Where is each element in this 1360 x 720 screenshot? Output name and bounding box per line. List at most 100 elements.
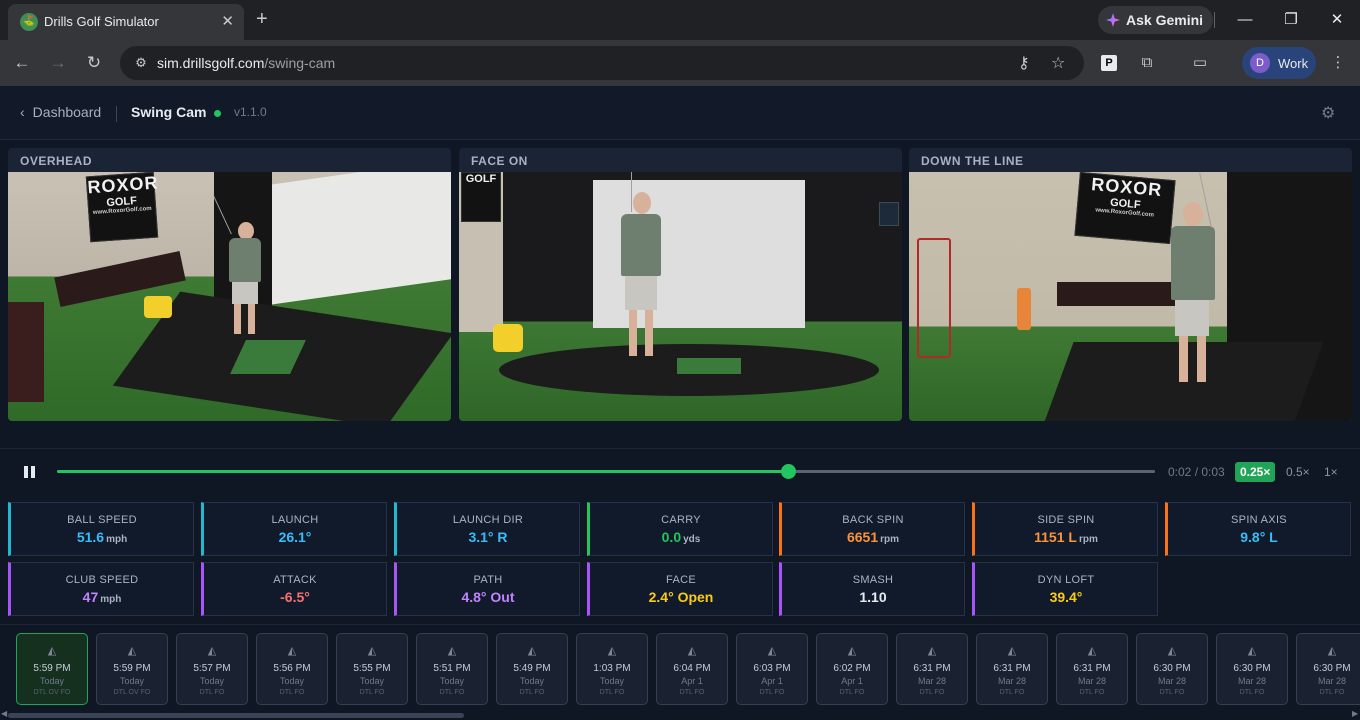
profile-button[interactable]: D Work (1242, 47, 1316, 79)
scroll-left-icon[interactable]: ◀ (1, 709, 7, 718)
video-camera-icon: ◭ (767, 645, 777, 657)
extension-p-icon[interactable]: P (1101, 55, 1117, 71)
shot-tile[interactable]: ◭ 5:56 PM Today DTL FO (256, 633, 328, 705)
extensions-puzzle-icon[interactable]: ⧉ (1135, 51, 1159, 75)
tab-search-icon[interactable]: ▭ (1188, 51, 1212, 75)
metric-label: ATTACK (273, 574, 317, 586)
shot-tile[interactable]: ◭ 5:59 PM Today DTL OV FO (96, 633, 168, 705)
forward-arrow-icon[interactable]: → (46, 51, 70, 75)
shot-day: Today (519, 676, 545, 686)
shot-day: Apr 1 (681, 676, 703, 686)
shot-day: Today (279, 676, 305, 686)
timecode: 0:02 / 0:03 (1168, 465, 1225, 479)
browser-menu-icon[interactable]: ⋮ (1326, 51, 1350, 75)
metric-number: 26.1° (278, 529, 312, 545)
dashboard-back-link[interactable]: ‹ Dashboard (20, 104, 101, 120)
shot-tile[interactable]: ◭ 6:31 PM Mar 28 DTL FO (896, 633, 968, 705)
shot-tile[interactable]: ◭ 6:03 PM Apr 1 DTL FO (736, 633, 808, 705)
password-key-icon[interactable]: ⚷ (1018, 53, 1030, 73)
shot-day: Mar 28 (1237, 676, 1266, 686)
history-scrollbar[interactable] (8, 713, 464, 718)
rate-option[interactable]: 0.5× (1281, 462, 1315, 482)
shot-day: Today (119, 676, 145, 686)
shot-views: DTL OV FO (113, 689, 151, 696)
profile-label: Work (1278, 55, 1309, 71)
metric-label: DYN LOFT (1037, 574, 1095, 586)
back-arrow-icon[interactable]: ← (10, 51, 34, 75)
ask-gemini-label: Ask Gemini (1126, 12, 1204, 28)
camera-feed-down-the-line[interactable]: ROXOR GOLF www.RoxorGolf.com (909, 172, 1352, 421)
metric-card: SPIN AXIS 9.8° L (1165, 502, 1351, 556)
gear-icon[interactable]: ⚙ (1321, 103, 1335, 123)
video-camera-icon: ◭ (1167, 645, 1177, 657)
app-header: ‹ Dashboard Swing Cam v1.1.0 ⚙ (0, 86, 1360, 140)
shot-tile[interactable]: ◭ 6:04 PM Apr 1 DTL FO (656, 633, 728, 705)
close-window-icon[interactable]: ✕ (1325, 8, 1349, 32)
shot-tile[interactable]: ◭ 6:02 PM Apr 1 DTL FO (816, 633, 888, 705)
shot-day: Today (599, 676, 625, 686)
camera-panel-face-on: FACE ON GOLF (459, 148, 902, 421)
video-camera-icon: ◭ (927, 645, 937, 657)
shot-time: 5:59 PM (33, 663, 71, 674)
metric-unit: rpm (880, 534, 900, 545)
metric-value: 51.6 mph (11, 529, 193, 545)
shot-tile[interactable]: ◭ 5:55 PM Today DTL FO (336, 633, 408, 705)
metric-number: 0.0 (661, 529, 682, 545)
shot-tile[interactable]: ◭ 5:49 PM Today DTL FO (496, 633, 568, 705)
site-info-icon[interactable]: ⚙ (132, 54, 150, 72)
close-tab-icon[interactable]: ✕ (221, 12, 234, 30)
camera-label: OVERHEAD (20, 154, 93, 168)
url-text: sim.drillsgolf.com/swing-cam (157, 55, 335, 71)
shot-tile[interactable]: ◭ 5:59 PM Today DTL OV FO (16, 633, 88, 705)
minimize-icon[interactable]: — (1233, 8, 1257, 32)
metric-value: 9.8° L (1168, 529, 1350, 545)
camera-feed-overhead[interactable]: ROXOR GOLF www.RoxorGolf.com (8, 172, 451, 421)
shot-tile[interactable]: ◭ 6:31 PM Mar 28 DTL FO (976, 633, 1048, 705)
shot-tile[interactable]: ◭ 6:30 PM Mar 28 DTL FO (1296, 633, 1360, 705)
shot-views: DTL FO (1079, 689, 1105, 696)
reload-icon[interactable]: ↻ (82, 51, 106, 75)
rate-option[interactable]: 1× (1319, 462, 1343, 482)
metric-value: 47 mph (11, 589, 193, 605)
golfer (226, 222, 266, 342)
scrubber-progress (57, 470, 789, 473)
hand-truck (917, 238, 951, 358)
shot-views: DTL FO (199, 689, 225, 696)
video-camera-icon: ◭ (447, 645, 457, 657)
bookmark-star-icon[interactable]: ☆ (1051, 53, 1065, 73)
shot-views: DTL FO (1239, 689, 1265, 696)
ask-gemini-button[interactable]: Ask Gemini (1098, 6, 1214, 34)
shot-day: Today (439, 676, 465, 686)
metric-card: FACE 2.4° Open (587, 562, 773, 616)
scrubber-track[interactable] (57, 464, 1155, 479)
shot-tile[interactable]: ◭ 5:57 PM Today DTL FO (176, 633, 248, 705)
restore-icon[interactable]: ❐ (1279, 8, 1303, 32)
shot-tile[interactable]: ◭ 6:31 PM Mar 28 DTL FO (1056, 633, 1128, 705)
down-the-line-scene: ROXOR GOLF www.RoxorGolf.com (909, 172, 1352, 421)
video-camera-icon: ◭ (687, 645, 697, 657)
shot-views: DTL FO (1159, 689, 1185, 696)
address-bar[interactable]: ⚙ sim.drillsgolf.com/swing-cam ⚷ ☆ (120, 46, 1084, 80)
logo-banner: GOLF (461, 172, 501, 222)
shot-tile[interactable]: ◭ 6:30 PM Mar 28 DTL FO (1216, 633, 1288, 705)
metric-unit: yds (683, 534, 701, 545)
shot-tile[interactable]: ◭ 5:51 PM Today DTL FO (416, 633, 488, 705)
rate-option[interactable]: 0.25× (1235, 462, 1276, 482)
shot-tile[interactable]: ◭ 6:30 PM Mar 28 DTL FO (1136, 633, 1208, 705)
metric-label: LAUNCH DIR (452, 514, 524, 526)
browser-tab[interactable]: ⛳ Drills Golf Simulator ✕ (8, 4, 244, 40)
shot-tile[interactable]: ◭ 1:03 PM Today DTL FO (576, 633, 648, 705)
video-camera-icon: ◭ (607, 645, 617, 657)
camera-feed-face-on[interactable]: GOLF (459, 172, 902, 421)
pause-button[interactable] (24, 466, 36, 478)
new-tab-icon[interactable]: + (256, 8, 268, 31)
metric-card: CLUB SPEED 47 mph (8, 562, 194, 616)
camera-label: FACE ON (471, 154, 528, 168)
metric-label: LAUNCH (271, 514, 319, 526)
shot-day: Mar 28 (997, 676, 1026, 686)
shot-history: ◭ 5:59 PM Today DTL OV FO ◭ 5:59 PM Today DTL O… (0, 624, 1360, 720)
metric-number: 51.6 (76, 529, 105, 545)
scroll-right-icon[interactable]: ▶ (1352, 709, 1358, 718)
metric-value: 26.1° (204, 529, 386, 545)
scrubber-handle[interactable] (781, 464, 797, 479)
